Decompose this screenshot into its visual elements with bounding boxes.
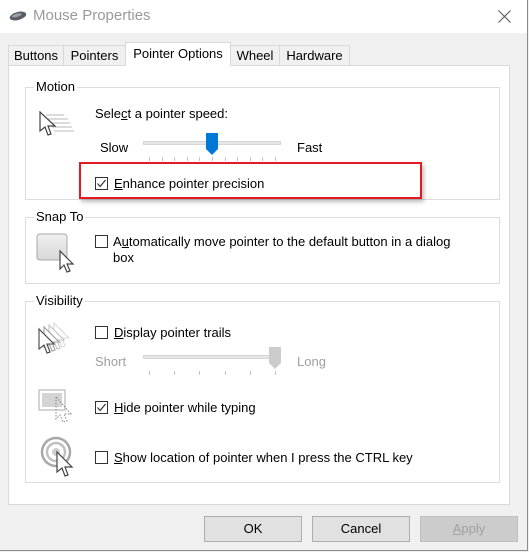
tab-pointers[interactable]: Pointers (63, 45, 126, 65)
hide-pointer-label[interactable]: Hide pointer while typing (114, 400, 256, 416)
checkmark-icon (97, 179, 106, 188)
apply-button[interactable]: Apply (420, 516, 518, 542)
slider-tick (225, 157, 226, 161)
ok-button[interactable]: OK (204, 516, 302, 542)
close-button[interactable] (481, 0, 527, 33)
slider-tick (237, 157, 238, 161)
tab-hardware[interactable]: Hardware (279, 45, 350, 65)
snap-to-group: Snap To (25, 209, 500, 284)
slider-tick (250, 157, 251, 161)
short-label: Short (95, 354, 127, 369)
slider-tick (225, 371, 226, 375)
slider-tick (162, 157, 163, 161)
snap-to-button-icon (36, 233, 75, 273)
fast-label: Fast (297, 140, 323, 155)
slider-tick (199, 157, 200, 161)
show-location-checkbox[interactable] (95, 451, 108, 464)
enhance-precision-checkbox[interactable] (95, 177, 108, 190)
tab-pointer-options[interactable]: Pointer Options (125, 42, 231, 66)
slider-tick (275, 371, 276, 375)
slow-label: Slow (100, 140, 129, 155)
pointer-speed-icon (39, 111, 74, 136)
slider-tick (174, 157, 175, 161)
slider-tick (187, 157, 188, 161)
snap-to-label-line2[interactable]: box (113, 250, 134, 266)
pointer-trails-thumb[interactable] (269, 347, 281, 369)
slider-tick (275, 157, 276, 161)
motion-group-label: Motion (34, 79, 78, 95)
long-label: Long (297, 354, 326, 369)
mouse-properties-dialog: Mouse Properties Buttons Pointers Pointe… (0, 0, 528, 551)
pointer-trails-icon (38, 321, 71, 354)
slider-tick (149, 371, 150, 375)
tab-buttons[interactable]: Buttons (8, 45, 64, 65)
snap-to-group-label: Snap To (34, 209, 86, 225)
pointer-speed-thumb[interactable] (206, 133, 218, 155)
hide-pointer-icon (38, 389, 73, 423)
pointer-trails-label[interactable]: Display pointer trails (114, 325, 231, 341)
pointer-trails-track[interactable] (143, 355, 281, 359)
mouse-icon (9, 11, 27, 21)
hide-pointer-checkbox[interactable] (95, 401, 108, 414)
slider-tick (199, 371, 200, 375)
pointer-speed-label: Select a pointer speed: (95, 106, 228, 121)
checkmark-icon (97, 403, 106, 412)
slider-tick (262, 157, 263, 161)
pointer-trails-checkbox[interactable] (95, 326, 108, 339)
close-icon (498, 10, 511, 23)
show-location-label[interactable]: Show location of pointer when I press th… (114, 450, 413, 466)
slider-tick (212, 157, 213, 161)
snap-to-label[interactable]: Automatically move pointer to the defaul… (113, 234, 451, 250)
slider-tick (174, 371, 175, 375)
pointer-location-icon (40, 436, 74, 477)
visibility-group-label: Visibility (34, 293, 85, 309)
slider-tick (250, 371, 251, 375)
tab-wheel[interactable]: Wheel (230, 45, 280, 65)
slider-tick (149, 157, 150, 161)
title-bar: Mouse Properties (0, 0, 527, 33)
window-title: Mouse Properties (33, 7, 151, 24)
snap-to-checkbox[interactable] (95, 235, 108, 248)
enhance-precision-label[interactable]: Enhance pointer precision (114, 176, 264, 192)
cancel-button[interactable]: Cancel (312, 516, 410, 542)
